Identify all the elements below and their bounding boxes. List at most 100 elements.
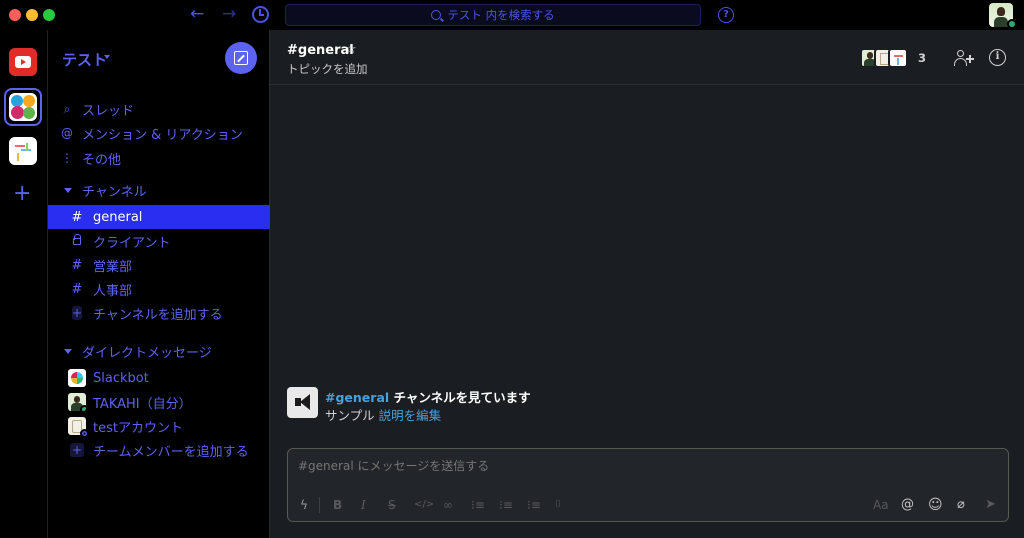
dm-item-self[interactable]: TAKAHI（自分）: [48, 390, 270, 414]
composer-toolbar: ϟ B I S </> ∞ ⁝≡ ⁝≡ ⁝≡ ⌷ Aa @ ☺ ⌀ ➤: [288, 493, 1008, 517]
minimize-window-button[interactable]: [26, 9, 38, 21]
channel-item-hr[interactable]: # 人事部: [48, 277, 270, 301]
add-member-icon[interactable]: [954, 49, 974, 69]
member-list-button[interactable]: 3: [860, 47, 926, 69]
section-label: ダイレクトメッセージ: [82, 345, 212, 361]
channel-label: general: [93, 209, 143, 225]
intro-description: サンプル 説明を編集: [325, 405, 441, 424]
search-icon: [431, 10, 442, 20]
sidebar-item-label: メンション & リアクション: [82, 127, 243, 143]
back-arrow-icon[interactable]: ←: [190, 4, 204, 24]
workspace-test-icon[interactable]: [9, 93, 37, 121]
star-icon[interactable]: ☆: [345, 42, 357, 57]
attachment-icon[interactable]: ⌀: [957, 497, 965, 513]
workspace-name[interactable]: テスト: [62, 49, 107, 70]
ordered-list-icon[interactable]: ⁝≡: [471, 497, 485, 513]
workspace-youtube-icon[interactable]: [9, 48, 37, 76]
hash-icon: #: [71, 281, 83, 297]
channel-title[interactable]: #general: [287, 43, 354, 58]
bold-icon[interactable]: B: [333, 497, 342, 513]
add-team-member-button[interactable]: + チームメンバーを追加する: [48, 438, 270, 462]
info-icon[interactable]: i: [989, 49, 1006, 66]
member-avatar: [888, 48, 908, 68]
link-icon[interactable]: ∞: [443, 497, 453, 513]
plus-icon: +: [71, 305, 83, 320]
add-channel-button[interactable]: + チャンネルを追加する: [48, 301, 270, 325]
history-clock-icon[interactable]: [252, 6, 269, 23]
add-workspace-icon[interactable]: +: [13, 183, 31, 205]
channel-item-general[interactable]: # general: [48, 205, 270, 229]
channel-label: 人事部: [93, 283, 133, 299]
caret-down-icon: [64, 348, 72, 354]
toolbar-divider: [319, 497, 320, 513]
chevron-down-icon[interactable]: [104, 55, 110, 59]
compose-button[interactable]: [225, 42, 257, 74]
slackbot-avatar: [68, 369, 86, 387]
dm-label: TAKAHI（自分）: [93, 396, 192, 412]
maximize-window-button[interactable]: [43, 9, 55, 21]
edit-description-link[interactable]: 説明を編集: [379, 408, 442, 423]
mention-icon[interactable]: @: [901, 497, 914, 513]
help-icon[interactable]: ?: [718, 7, 734, 23]
bullet-list-icon[interactable]: ⁝≡: [499, 497, 513, 513]
blockquote-icon[interactable]: ⁝≡: [527, 497, 541, 513]
add-topic-link[interactable]: トピックを追加: [287, 61, 368, 77]
title-bar: ← → テスト 内を検索する ?: [0, 0, 1024, 30]
megaphone-icon: [287, 387, 318, 418]
sidebar-item-threads[interactable]: ⌕ スレッド: [48, 97, 270, 121]
threads-icon: ⌕: [63, 101, 71, 116]
intro-title-text: チャンネルを見ています: [389, 390, 531, 405]
user-avatar: [68, 393, 86, 411]
at-icon: @: [61, 126, 73, 140]
channel-header: #general ☆ トピックを追加 3 i: [270, 30, 1024, 85]
search-bar[interactable]: テスト 内を検索する: [285, 4, 701, 26]
lock-icon: [73, 233, 81, 245]
italic-icon[interactable]: I: [361, 497, 366, 513]
presence-away-icon: [80, 429, 89, 438]
channel-description: サンプル: [325, 408, 375, 423]
add-member-label: チームメンバーを追加する: [93, 444, 249, 460]
dm-section-header[interactable]: ダイレクトメッセージ: [48, 340, 270, 362]
sidebar-item-mentions[interactable]: @ メンション & リアクション: [48, 121, 270, 145]
presence-indicator: [1007, 19, 1017, 29]
send-icon[interactable]: ➤: [985, 497, 996, 513]
add-channel-label: チャンネルを追加する: [93, 307, 223, 323]
caret-down-icon: [64, 187, 72, 193]
sidebar-item-label: その他: [82, 152, 122, 168]
presence-online-icon: [80, 405, 86, 411]
channel-label: 営業部: [93, 259, 133, 275]
sidebar-item-more[interactable]: ⋮ その他: [48, 146, 270, 170]
emoji-icon[interactable]: ☺: [928, 497, 943, 513]
member-count: 3: [918, 51, 927, 65]
code-icon[interactable]: </>: [414, 497, 434, 513]
test-account-avatar: [68, 417, 89, 438]
message-composer: ϟ B I S </> ∞ ⁝≡ ⁝≡ ⁝≡ ⌷ Aa @ ☺ ⌀ ➤: [287, 448, 1009, 522]
channel-label: クライアント: [93, 235, 171, 251]
channels-section-header[interactable]: チャンネル: [48, 179, 270, 201]
dm-item-slackbot[interactable]: Slackbot: [48, 366, 270, 390]
strikethrough-icon[interactable]: S: [388, 497, 396, 513]
section-label: チャンネル: [82, 184, 147, 200]
close-window-button[interactable]: [9, 9, 21, 21]
dm-item-test[interactable]: testアカウント: [48, 414, 270, 438]
dm-label: Slackbot: [93, 370, 149, 386]
channel-view: #general ☆ トピックを追加 3 i #general チャンネルを見て…: [270, 30, 1024, 538]
sidebar-item-label: スレッド: [82, 103, 135, 119]
sidebar: テスト ⌕ スレッド @ メンション & リアクション ⋮ その他 チャンネル …: [48, 30, 270, 538]
dm-label: testアカウント: [93, 420, 183, 436]
channel-item-client[interactable]: クライアント: [48, 229, 270, 253]
forward-arrow-icon[interactable]: →: [222, 4, 236, 24]
search-placeholder: テスト 内を検索する: [447, 8, 555, 22]
code-block-icon[interactable]: ⌷: [555, 497, 561, 513]
workspace-rail: +: [0, 30, 48, 538]
hash-icon: #: [71, 257, 83, 273]
more-vertical-icon: ⋮: [61, 151, 73, 165]
channel-link[interactable]: #general: [325, 390, 389, 405]
workspace-third-icon[interactable]: [9, 137, 37, 165]
channel-item-sales[interactable]: # 営業部: [48, 253, 270, 277]
plus-icon: +: [70, 443, 84, 457]
intro-title: #general チャンネルを見ています: [325, 387, 531, 406]
message-input[interactable]: [298, 459, 898, 473]
formatting-toggle-icon[interactable]: Aa: [873, 497, 889, 513]
shortcuts-bolt-icon[interactable]: ϟ: [298, 497, 310, 513]
